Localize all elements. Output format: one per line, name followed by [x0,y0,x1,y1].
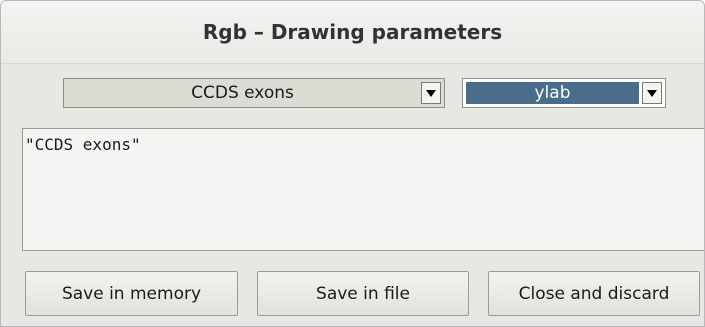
close-and-discard-button[interactable]: Close and discard [488,271,700,316]
chevron-down-icon[interactable] [642,82,662,104]
chevron-down-icon[interactable] [421,82,441,104]
track-select-value: CCDS exons [191,83,294,103]
parameter-select-value: ylab [466,82,639,104]
parameter-select[interactable]: ylab [462,78,666,108]
title-bar[interactable]: Rgb – Drawing parameters [1,1,704,64]
save-in-file-button[interactable]: Save in file [257,271,469,316]
track-select[interactable]: CCDS exons [63,78,445,108]
drawing-parameters-window: Rgb – Drawing parameters CCDS exons ylab… [0,0,705,327]
dialog-content: CCDS exons ylab "CCDS exons" Save in mem… [1,64,704,326]
save-in-memory-button[interactable]: Save in memory [25,271,238,316]
parameter-value-editor[interactable]: "CCDS exons" [22,128,704,251]
window-title: Rgb – Drawing parameters [202,20,503,44]
